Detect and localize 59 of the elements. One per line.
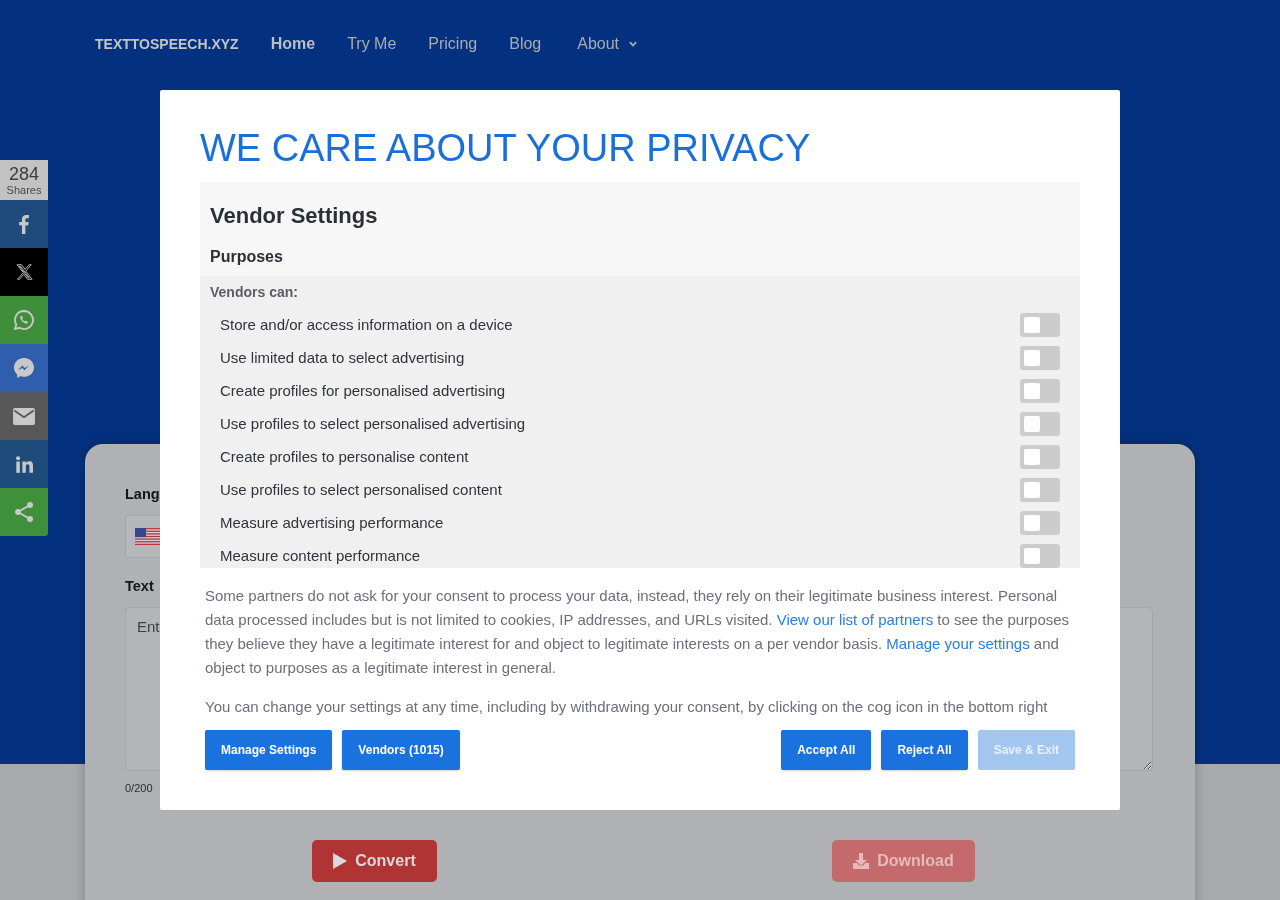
share-count: 284 — [8, 164, 39, 184]
toggle-switch[interactable] — [1020, 444, 1060, 469]
in-logo-icon — [15, 455, 33, 473]
purpose-label: Store and/or access information on a device — [220, 316, 513, 333]
download-icon — [853, 853, 870, 869]
share-button[interactable] — [0, 200, 48, 248]
inline-link[interactable]: Manage your settings — [886, 635, 1030, 652]
dialog-button[interactable]: Accept All — [781, 730, 872, 770]
vendor-settings-heading: Vendor Settings — [210, 202, 378, 230]
toggle-switch[interactable] — [1020, 477, 1060, 502]
consent-paragraph: Some partners do not ask for your consent to process your data, instead, they rely on their legitimate business interest. Personal data processed includes but is not limited to cookies, IP addresses, and URLs visited. View our list of partners to see the purposes they believe they have a legitimate interest for and object to legitimate interests on a per vendor basis. Manage your settings and object to purposes as a legitimate interest in general. — [204, 586, 1071, 678]
nav-dropdown[interactable]: About — [577, 35, 638, 53]
toggle-switch[interactable] — [1020, 345, 1060, 370]
char-count: 0/200 — [125, 781, 153, 795]
inline-link[interactable]: View our list of partners — [776, 611, 934, 628]
dialog-button[interactable]: Reject All — [881, 730, 968, 770]
purpose-label: Create profiles for personalised advertising — [220, 382, 506, 399]
purpose-label: Use profiles to select personalised advertising — [220, 415, 526, 432]
share-icon — [15, 502, 33, 522]
f-logo-icon — [19, 214, 29, 234]
share-button[interactable] — [0, 488, 48, 536]
language-select[interactable] — [125, 515, 160, 558]
vendors-can-label: Vendors can: — [210, 283, 298, 301]
chevron-down-icon — [629, 41, 638, 47]
toggle-switch[interactable] — [1020, 411, 1060, 436]
share-button[interactable] — [0, 440, 48, 488]
envelope-icon — [13, 407, 35, 425]
share-button[interactable] — [0, 344, 48, 392]
language-label: Lang — [125, 485, 160, 504]
flag-icon — [135, 528, 160, 545]
purpose-label: Measure content performance — [220, 547, 421, 564]
x-logo-icon — [15, 264, 33, 280]
toggle-switch[interactable] — [1020, 378, 1060, 403]
convert-button[interactable]: Convert — [312, 840, 437, 882]
toggle-switch[interactable] — [1020, 510, 1060, 535]
nav-link[interactable]: Pricing — [428, 35, 478, 53]
dialog-button[interactable]: Manage Settings — [205, 730, 333, 770]
dialog-title: WE CARE ABOUT YOUR PRIVACY — [200, 126, 811, 171]
share-button[interactable] — [0, 296, 48, 344]
share-button[interactable] — [0, 248, 48, 296]
phone-bubble-icon — [14, 310, 34, 330]
share-count-label: Shares — [6, 183, 42, 196]
purpose-label: Use limited data to select advertising — [220, 349, 465, 366]
share-button[interactable] — [0, 392, 48, 440]
consent-paragraph: You can change your settings at any time, including by withdrawing your consent, by clicking on the cog icon in the bottom right — [204, 697, 1049, 717]
play-icon — [333, 853, 348, 869]
bolt-bubble-icon — [14, 358, 34, 378]
nav-link[interactable]: Blog — [509, 35, 542, 53]
purposes-heading: Purposes — [210, 247, 283, 267]
purpose-label: Create profiles to personalise content — [220, 448, 469, 465]
toggle-switch[interactable] — [1020, 543, 1060, 568]
site-logo[interactable]: TEXTTOSPEECH.XYZ — [95, 36, 239, 52]
nav-link[interactable]: Try Me — [347, 35, 397, 53]
purpose-label: Use profiles to select personalised content — [220, 481, 502, 498]
purpose-label: Measure advertising performance — [220, 514, 444, 531]
toggle-switch[interactable] — [1020, 312, 1060, 337]
text-label: Text — [125, 577, 154, 596]
dialog-button[interactable]: Vendors (1015) — [342, 730, 460, 770]
nav-link[interactable]: Home — [270, 35, 316, 53]
